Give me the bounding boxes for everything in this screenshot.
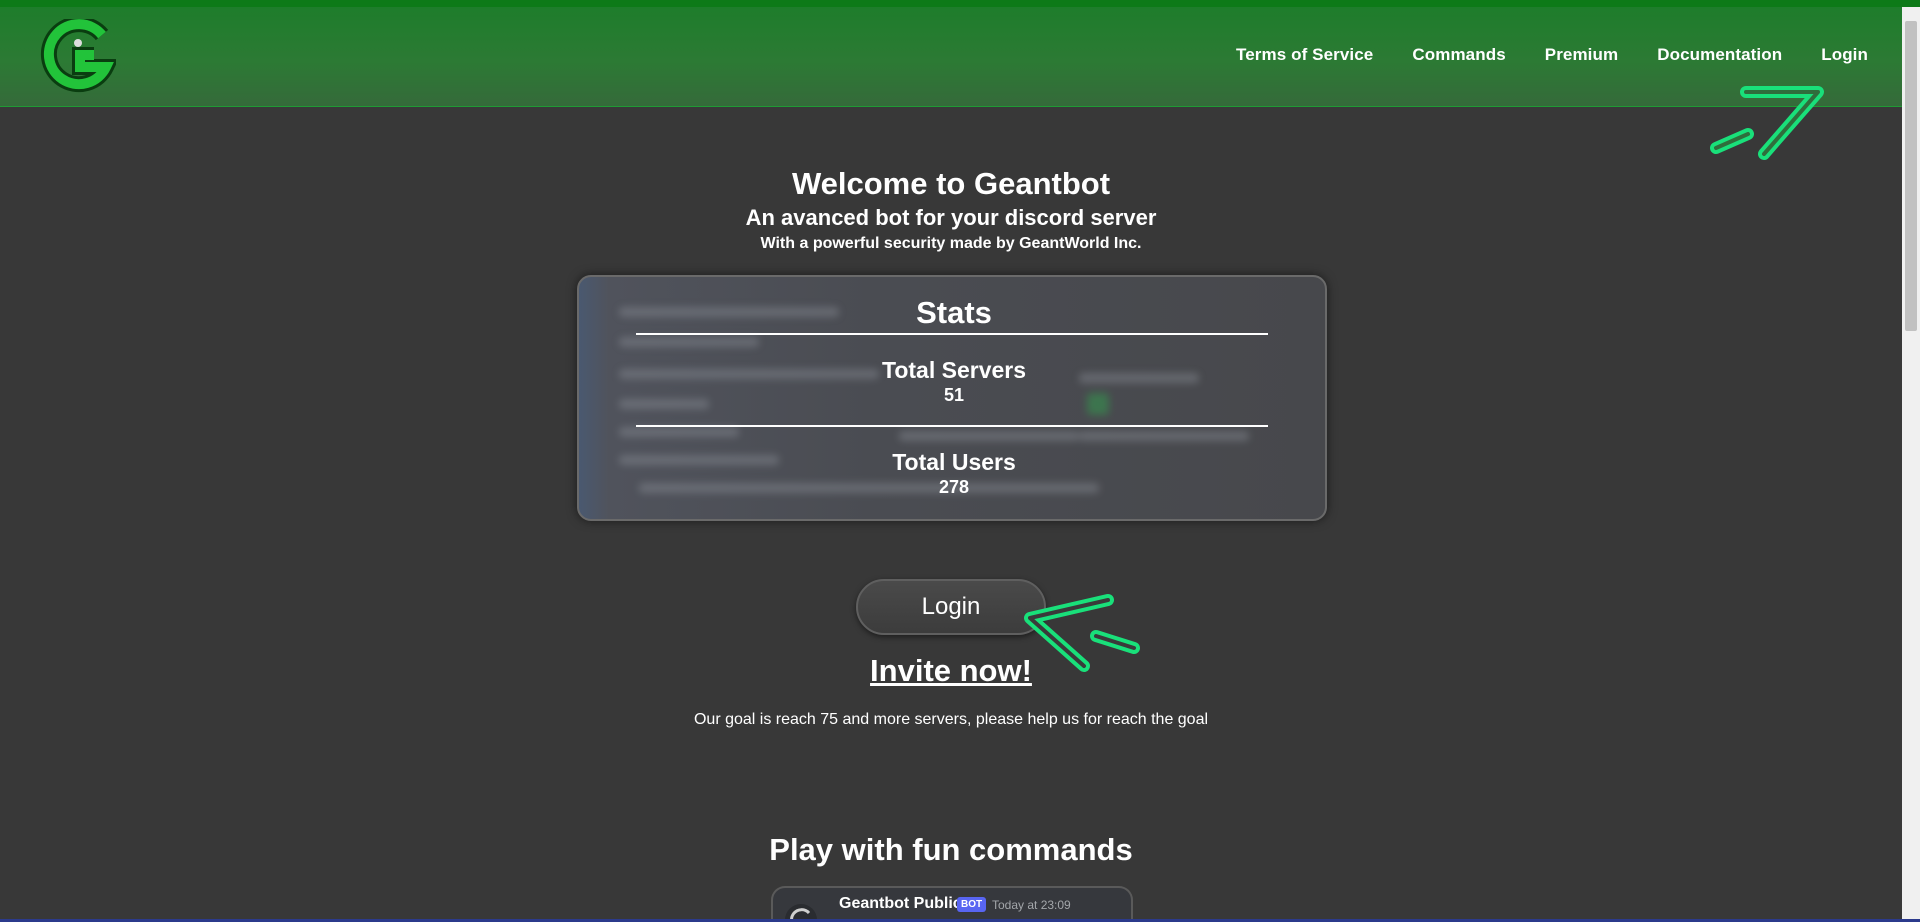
main-content: Welcome to Geantbot An avanced bot for y… xyxy=(0,107,1902,922)
main-nav: Terms of Service Commands Premium Docume… xyxy=(1236,45,1868,65)
stats-title: Stats xyxy=(916,295,992,330)
scrollbar-thumb[interactable] xyxy=(1905,21,1917,331)
page-scrollbar[interactable] xyxy=(1902,7,1920,922)
welcome-tagline: With a powerful security made by GeantWo… xyxy=(760,235,1142,252)
fun-commands-title: Play with fun commands xyxy=(769,832,1133,867)
stats-card: Stats Total Servers 51 Total Users 278 xyxy=(577,275,1327,521)
message-timestamp: Today at 23:09 xyxy=(992,898,1071,912)
discord-message-preview: Geantbot Public BOT Today at 23:09 xyxy=(771,886,1133,922)
geantbot-logo-icon[interactable] xyxy=(40,19,116,95)
total-servers-value: 51 xyxy=(943,385,965,405)
nav-premium[interactable]: Premium xyxy=(1545,45,1618,65)
login-button[interactable]: Login xyxy=(856,579,1046,635)
invite-link[interactable]: Invite now! xyxy=(0,653,1902,689)
nav-documentation[interactable]: Documentation xyxy=(1657,45,1782,65)
bot-name: Geantbot Public xyxy=(839,895,962,912)
welcome-subtitle: An avanced bot for your discord server xyxy=(745,205,1157,230)
total-servers-label: Total Servers xyxy=(881,357,1027,383)
stats-divider-top xyxy=(636,333,1268,335)
nav-terms-of-service[interactable]: Terms of Service xyxy=(1236,45,1373,65)
stats-divider-middle xyxy=(636,425,1268,427)
nav-login[interactable]: Login xyxy=(1821,45,1868,65)
welcome-title-wrap: Welcome to Geantbot xyxy=(0,166,1902,202)
bot-badge: BOT xyxy=(957,897,987,912)
total-users-value: 278 xyxy=(938,477,970,497)
site-header: Terms of Service Commands Premium Docume… xyxy=(0,7,1902,107)
nav-commands[interactable]: Commands xyxy=(1412,45,1505,65)
top-strip xyxy=(0,0,1920,7)
total-users-label: Total Users xyxy=(892,449,1016,475)
page: Terms of Service Commands Premium Docume… xyxy=(0,0,1920,922)
welcome-title: Welcome to Geantbot xyxy=(791,166,1111,201)
goal-text: Our goal is reach 75 and more servers, p… xyxy=(693,711,1209,728)
